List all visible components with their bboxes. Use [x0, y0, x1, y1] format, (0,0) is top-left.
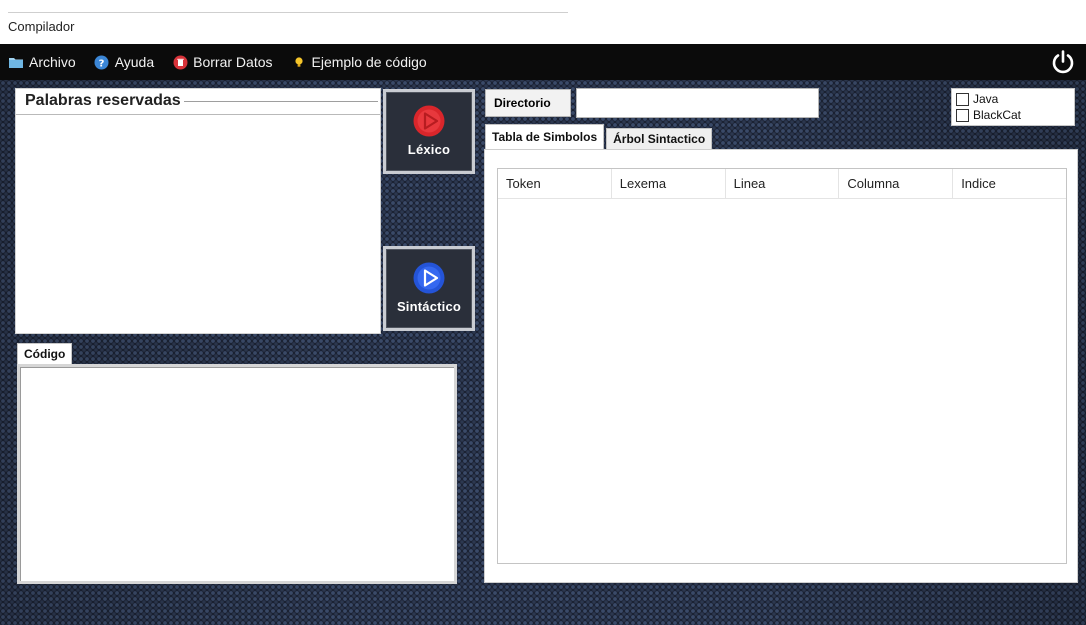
menu-ejemplo-codigo[interactable]: Ejemplo de código — [291, 54, 427, 70]
svg-text:?: ? — [99, 58, 105, 69]
menu-borrar-label: Borrar Datos — [193, 54, 273, 70]
sintactico-button[interactable]: Sintáctico — [383, 246, 475, 331]
tab-arbol-sintactico[interactable]: Árbol Sintactico — [606, 128, 713, 150]
play-blue-icon — [413, 262, 445, 294]
symbol-table[interactable]: Token Lexema Linea Columna Indice — [497, 168, 1067, 564]
menu-ejemplo-label: Ejemplo de código — [311, 54, 427, 70]
results-tabs: Tabla de Simbolos Árbol Sintactico — [485, 124, 714, 150]
tab-codigo[interactable]: Código — [17, 343, 73, 365]
language-option-java[interactable]: Java — [956, 91, 1070, 107]
column-header-columna[interactable]: Columna — [839, 169, 954, 198]
column-header-lexema[interactable]: Lexema — [612, 169, 726, 198]
reserved-words-title: Palabras reservadas — [25, 92, 181, 109]
column-header-indice[interactable]: Indice — [953, 169, 1066, 198]
directory-input[interactable] — [576, 88, 819, 118]
menu-archivo-label: Archivo — [29, 54, 76, 70]
reserved-words-header: Palabras reservadas — [16, 89, 380, 115]
title-separator — [8, 12, 568, 13]
blackcat-label: BlackCat — [973, 108, 1022, 122]
background-window-menu — [560, 0, 980, 10]
window-title: Compilador — [8, 19, 75, 34]
lexico-button[interactable]: Léxico — [383, 89, 475, 174]
code-editor[interactable] — [17, 364, 457, 584]
reserved-words-list[interactable] — [16, 116, 380, 333]
column-header-token[interactable]: Token — [498, 169, 612, 198]
folder-icon — [8, 54, 24, 70]
power-icon[interactable] — [1050, 49, 1076, 75]
menu-ayuda-label: Ayuda — [114, 54, 155, 70]
language-option-blackcat[interactable]: BlackCat — [956, 107, 1070, 123]
reserved-words-panel: Palabras reservadas — [15, 88, 381, 334]
lightbulb-icon — [291, 54, 307, 70]
trash-icon — [172, 54, 188, 70]
sintactico-label: Sintáctico — [396, 299, 462, 314]
column-header-linea[interactable]: Linea — [726, 169, 840, 198]
symbol-table-header: Token Lexema Linea Columna Indice — [498, 169, 1066, 199]
menu-archivo[interactable]: Archivo — [8, 54, 76, 70]
help-icon: ? — [94, 54, 110, 70]
directorio-button[interactable]: Directorio — [485, 89, 571, 117]
window-title-bar: Compilador — [0, 0, 1086, 44]
lexico-label: Léxico — [407, 142, 451, 157]
menu-borrar-datos[interactable]: Borrar Datos — [172, 54, 273, 70]
play-red-icon — [413, 105, 445, 137]
java-checkbox[interactable] — [956, 92, 969, 106]
menu-bar: Archivo ? Ayuda Borrar Datos Ejemplo de … — [0, 44, 1086, 80]
symbol-table-panel: Token Lexema Linea Columna Indice — [484, 149, 1078, 583]
java-label: Java — [973, 92, 999, 106]
language-selector: Java BlackCat — [951, 88, 1075, 126]
tab-tabla-simbolos[interactable]: Tabla de Simbolos — [485, 124, 605, 150]
menu-ayuda[interactable]: ? Ayuda — [94, 54, 154, 70]
blackcat-checkbox[interactable] — [956, 108, 969, 122]
